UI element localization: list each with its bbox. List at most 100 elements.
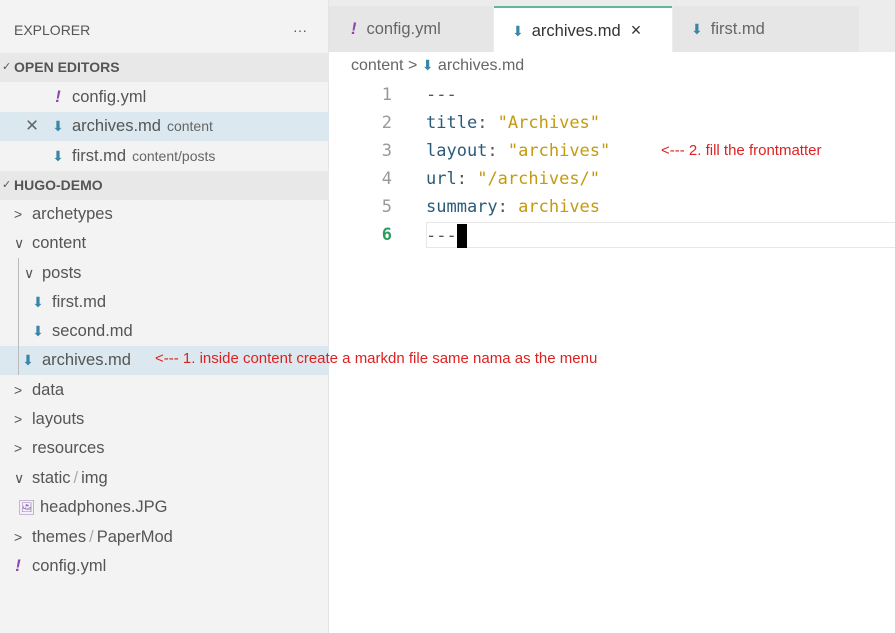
code-text: --- [426,226,457,246]
tab-first[interactable]: ⬇ first.md [673,6,859,52]
yaml-key: url [426,169,457,189]
folder-name: static [32,469,71,487]
code-text: --- [426,85,457,105]
yaml-icon: ! [55,88,61,106]
more-actions-icon[interactable]: ··· [293,16,307,45]
tree-folder-data[interactable]: > data [0,376,329,405]
chevron-down-icon: ✓ [2,179,12,191]
yaml-key: summary [426,197,498,217]
code-line[interactable]: title: "Archives" [426,113,600,133]
line-number: 4 [381,169,392,189]
path-separator: / [89,528,94,546]
folder-name: data [32,381,65,399]
tree-file-headphones[interactable]: 🖼 headphones.JPG [0,493,329,522]
chevron-right-icon: > [14,411,23,427]
folder-name: PaperMod [96,528,173,546]
code-line[interactable]: url: "/archives/" [426,169,600,189]
breadcrumb-separator: > [407,57,418,74]
file-name: config.yml [72,88,147,106]
markdown-icon: ⬇ [421,57,434,73]
open-editors-header[interactable]: ✓ OPEN EDITORS [0,53,329,82]
file-name: first.md [72,147,127,165]
tree-file-config[interactable]: ! config.yml [0,552,329,581]
path-separator: / [73,469,79,487]
image-icon: 🖼 [18,499,36,515]
file-path: content [166,118,213,134]
explorer-title-text: EXPLORER [14,22,91,38]
current-line-highlight [426,222,895,248]
text-cursor [456,224,467,248]
line-number: 6 [381,225,392,245]
file-name: headphones.JPG [40,498,168,516]
markdown-icon: ⬇ [52,118,64,134]
tree-folder-posts[interactable]: ∨ posts [0,259,329,288]
breadcrumb: content > ⬇ archives.md [351,57,524,75]
markdown-icon: ⬇ [691,21,703,37]
folder-name: img [81,469,108,487]
chevron-down-icon: ∨ [14,235,25,251]
markdown-icon: ⬇ [32,294,44,310]
open-editor-archives[interactable]: ✕ ⬇ archives.md content [0,112,329,141]
annotation-note-1: <--- 1. inside content create a markdn f… [155,350,598,367]
tree-folder-content[interactable]: ∨ content [0,229,329,258]
project-header[interactable]: ✓ HUGO-DEMO [0,171,329,200]
open-editors-label: OPEN EDITORS [14,59,120,75]
yaml-value: archives [518,197,601,217]
open-editor-config[interactable]: ! config.yml [0,83,329,112]
folder-name: content [32,234,87,252]
open-editor-first[interactable]: ⬇ first.md content/posts [0,142,329,171]
tree-folder-themes-papermod[interactable]: > themes / PaperMod [0,523,329,552]
tab-label: config.yml [366,20,441,38]
file-name: archives.md [42,351,131,369]
breadcrumb-folder[interactable]: content [351,57,403,74]
file-name: archives.md [72,117,161,135]
project-label: HUGO-DEMO [14,177,103,193]
line-number: 3 [381,141,392,161]
tab-label: first.md [710,20,765,38]
close-icon[interactable]: × [631,20,642,40]
tree-file-second[interactable]: ⬇ second.md [0,317,329,346]
tab-label: archives.md [531,22,621,40]
chevron-right-icon: > [14,206,23,222]
code-line[interactable]: layout: "archives" [426,141,610,161]
markdown-icon: ⬇ [512,23,524,39]
file-name: first.md [52,293,107,311]
markdown-icon: ⬇ [22,352,34,368]
tab-config[interactable]: ! config.yml [329,6,493,52]
yaml-value: "/archives/" [477,169,601,189]
line-number: 5 [381,197,392,217]
tree-folder-resources[interactable]: > resources [0,434,329,463]
folder-name: resources [32,439,105,457]
yaml-icon: ! [15,557,21,575]
explorer-sidebar: EXPLORER ··· ✓ OPEN EDITORS ! config.yml ✕ ⬇… [0,0,329,633]
yaml-key: layout [426,141,488,161]
file-name: config.yml [32,557,107,575]
chevron-down-icon: ✓ [2,61,12,73]
annotation-note-2: <--- 2. fill the frontmatter [661,142,822,159]
yaml-value: "archives" [507,141,611,161]
code-line[interactable]: --- [426,224,467,248]
tree-folder-archetypes[interactable]: > archetypes [0,200,329,229]
code-line[interactable]: summary: archives [426,197,600,217]
tree-folder-layouts[interactable]: > layouts [0,405,329,434]
explorer-title: EXPLORER ··· [0,16,329,45]
chevron-right-icon: > [14,529,23,545]
folder-name: layouts [32,410,85,428]
chevron-right-icon: > [14,440,23,456]
file-name: second.md [52,322,133,340]
tree-folder-static-img[interactable]: ∨ static / img [0,464,329,493]
tree-file-first[interactable]: ⬇ first.md [0,288,329,317]
breadcrumb-file[interactable]: archives.md [438,57,524,74]
tab-archives[interactable]: ⬇ archives.md × [494,6,672,52]
yaml-key: title [426,113,478,133]
chevron-right-icon: > [14,382,23,398]
markdown-icon: ⬇ [52,148,64,164]
chevron-down-icon: ∨ [14,470,25,486]
code-line[interactable]: --- [426,85,457,105]
file-path: content/posts [132,148,216,164]
line-number: 2 [381,113,392,133]
yaml-icon: ! [351,20,357,38]
markdown-icon: ⬇ [32,323,44,339]
close-icon[interactable]: ✕ [22,112,42,141]
folder-name: themes [32,528,87,546]
